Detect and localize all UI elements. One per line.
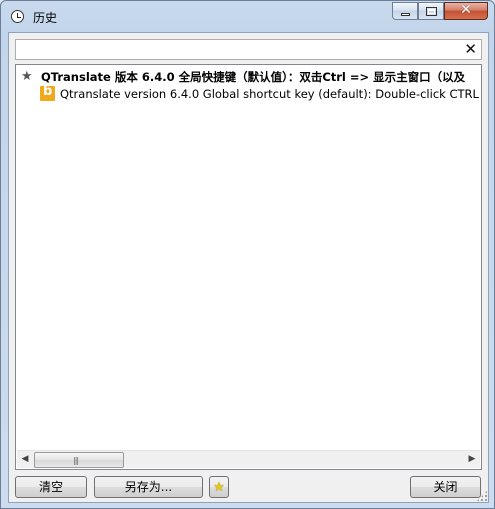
minimize-button[interactable] xyxy=(392,2,418,20)
translation-text: Qtranslate version 6.4.0 Global shortcut… xyxy=(60,87,482,101)
window-title: 历史 xyxy=(33,11,58,25)
search-input[interactable] xyxy=(18,41,458,58)
bing-icon xyxy=(40,84,55,101)
search-box: ✕ xyxy=(15,39,482,60)
minimize-icon xyxy=(401,13,410,16)
close-button[interactable]: 关闭 xyxy=(410,476,481,498)
history-window: 历史 ✕ ✕ ★ QTranslate 版本 6.4.0 全局快捷键（默认值）：… xyxy=(0,0,495,509)
caption-buttons: ✕ xyxy=(392,2,488,20)
maximize-button[interactable] xyxy=(418,2,444,20)
thumb-grip: ||| xyxy=(73,456,79,465)
title-bar[interactable]: 历史 ✕ xyxy=(1,1,494,33)
star-icon: ★ xyxy=(21,69,33,84)
horizontal-scrollbar[interactable]: ◀ ||| ▶ xyxy=(17,450,480,468)
scroll-right-icon[interactable]: ▶ xyxy=(464,451,480,468)
source-text: QTranslate 版本 6.4.0 全局快捷键（默认值）：双击Ctrl =>… xyxy=(41,70,466,84)
favorite-star-icon: ★ xyxy=(213,480,225,495)
clear-search-icon[interactable]: ✕ xyxy=(464,40,477,58)
clear-button[interactable]: 清空 xyxy=(15,476,87,498)
scroll-left-icon[interactable]: ◀ xyxy=(17,451,33,468)
history-list[interactable]: ★ QTranslate 版本 6.4.0 全局快捷键（默认值）：双击Ctrl … xyxy=(15,64,482,470)
clock-icon xyxy=(11,10,24,23)
favorites-button[interactable]: ★ xyxy=(209,476,229,498)
close-window-button[interactable]: ✕ xyxy=(444,2,488,20)
save-as-button[interactable]: 另存为... xyxy=(94,476,203,498)
client-area: ✕ ★ QTranslate 版本 6.4.0 全局快捷键（默认值）：双击Ctr… xyxy=(8,32,489,503)
close-icon: ✕ xyxy=(460,2,472,18)
maximize-icon xyxy=(426,7,437,16)
scrollbar-thumb[interactable]: ||| xyxy=(34,452,124,468)
